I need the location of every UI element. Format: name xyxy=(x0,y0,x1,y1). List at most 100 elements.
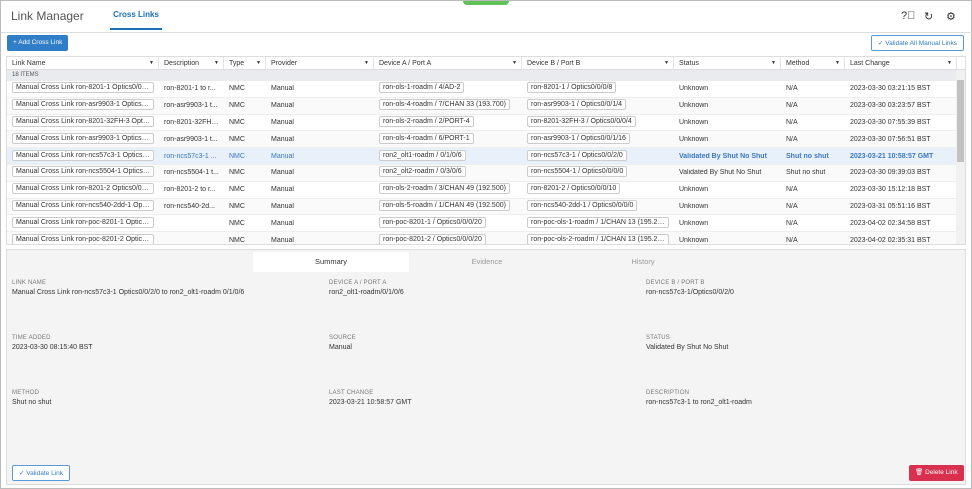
cell-provider: Manual xyxy=(266,203,374,210)
last-change-value: 2023-03-30 03:23:57 BST xyxy=(850,102,931,110)
device-b-value: ron-ncs540-2dd-1 / Optics0/0/0/0 xyxy=(527,199,638,211)
column-label: Last Change xyxy=(850,60,890,67)
column-header-status[interactable]: Status ▼ xyxy=(674,57,781,69)
method-value: N/A xyxy=(786,85,798,93)
help-icon[interactable]: ?⃝ xyxy=(901,10,915,22)
table-row[interactable]: Manual Cross Link ron-poc-8201-1 Optics0… xyxy=(7,215,965,233)
cell-status: Validated By Shut No Shut xyxy=(674,153,781,160)
column-header-provider[interactable]: Provider ▼ xyxy=(266,57,374,69)
gear-icon[interactable]: ⚙ xyxy=(946,10,956,23)
cell-last-change: 2023-03-30 03:21:15 BST xyxy=(845,85,957,92)
tab-cross-links[interactable]: Cross Links xyxy=(110,10,162,30)
cell-type: NMC xyxy=(224,119,266,126)
cell-device-b: ron-poc-ols-1-roadm / 1/CHAN 13 (195.200… xyxy=(522,216,674,230)
column-header-description[interactable]: Description ▼ xyxy=(159,57,224,69)
tab-summary[interactable]: Summary xyxy=(253,252,409,272)
cell-last-change: 2023-03-30 09:39:03 BST xyxy=(845,169,957,176)
scroll-thumb[interactable] xyxy=(957,80,964,162)
type-value: NMC xyxy=(229,169,245,177)
sort-caret-icon[interactable]: ▼ xyxy=(835,60,840,66)
cell-device-a: ron-poc-8201-1 / Optics0/0/0/20 xyxy=(374,216,522,230)
column-header-last-change[interactable]: Last Change ▼ xyxy=(845,57,957,69)
cell-method: N/A xyxy=(781,102,845,109)
description-value: ron-asr9903-1 t... xyxy=(164,135,218,143)
device-b-value: ron-8201-32FH-3 / Optics0/0/0/4 xyxy=(527,115,636,127)
cell-method: N/A xyxy=(781,186,845,193)
description-value: ron-ncs540-2d... xyxy=(164,202,215,210)
table-row[interactable]: Manual Cross Link ron-ncs57c3-1 Optics0/… xyxy=(7,148,965,165)
table-row[interactable]: Manual Cross Link ron-poc-8201-2 Optics0… xyxy=(7,232,965,244)
cell-description: ron-ncs57c3-1 ... xyxy=(159,153,224,160)
sort-caret-icon[interactable]: ▼ xyxy=(512,60,517,66)
type-value: NMC xyxy=(229,202,245,210)
column-header-link-name[interactable]: Link Name ▼ xyxy=(7,57,159,69)
table-row[interactable]: Manual Cross Link ron-ncs5504-1 Optics0/… xyxy=(7,164,965,182)
link-name-value: Manual Cross Link ron-poc-8201-2 Optics0… xyxy=(12,233,154,244)
sort-caret-icon[interactable]: ▼ xyxy=(149,60,154,66)
add-cross-link-button[interactable]: + Add Cross Link xyxy=(7,35,69,51)
cell-link-name: Manual Cross Link ron-asr9903-1 Optics0/… xyxy=(7,132,159,146)
column-header-type[interactable]: Type ▼ xyxy=(224,57,266,69)
cell-description: ron-asr9903-1 t... xyxy=(159,102,224,109)
field-value: 2023-03-30 08:15:40 BST xyxy=(12,344,93,351)
method-value: N/A xyxy=(786,219,798,227)
table-row[interactable]: Manual Cross Link ron-ncs540-2dd-1 Optic… xyxy=(7,198,965,216)
cell-status: Unknown xyxy=(674,186,781,193)
tab-evidence[interactable]: Evidence xyxy=(409,252,565,272)
detail-field: TIME ADDED 2023-03-30 08:15:40 BST xyxy=(12,335,93,351)
provider-value: Manual xyxy=(271,102,294,110)
device-b-value: ron-8201-1 / Optics0/0/0/8 xyxy=(527,82,617,94)
description-value: ron-8201-32FH-... xyxy=(164,118,220,126)
status-value: Unknown xyxy=(679,186,709,194)
device-b-value: ron-asr9903-1 / Optics0/0/1/16 xyxy=(527,132,630,144)
delete-link-button[interactable]: 🗑 Delete Link xyxy=(909,465,964,481)
table-row[interactable]: Manual Cross Link ron-8201-2 Optics0/0/0… xyxy=(7,182,965,199)
sort-caret-icon[interactable]: ▼ xyxy=(664,60,669,66)
cell-device-b: ron-8201-1 / Optics0/0/0/8 xyxy=(522,82,674,95)
status-value: Unknown xyxy=(679,118,709,126)
cell-device-b: ron-poc-ols-2-roadm / 1/CHAN 13 (195.200… xyxy=(522,233,674,244)
sort-caret-icon[interactable]: ▼ xyxy=(947,60,952,66)
detail-field: STATUS Validated By Shut No Shut xyxy=(646,335,728,351)
cell-provider: Manual xyxy=(266,186,374,193)
method-value: N/A xyxy=(786,118,798,126)
device-b-value: ron-ncs5504-1 / Optics0/0/0/0 xyxy=(527,166,628,178)
table-row[interactable]: Manual Cross Link ron-8201-32FH-3 Optics… xyxy=(7,115,965,132)
field-label: DESCRIPTION xyxy=(646,390,690,396)
cell-provider: Manual xyxy=(266,169,374,176)
validate-all-button[interactable]: ✓ Validate All Manual Links xyxy=(871,35,965,51)
cell-link-name: Manual Cross Link ron-ncs5504-1 Optics0/… xyxy=(7,166,159,179)
validate-link-button[interactable]: ✓ Validate Link xyxy=(12,465,71,481)
column-header-device-b[interactable]: Device B / Port B ▼ xyxy=(522,57,674,69)
type-value: NMC xyxy=(229,118,245,126)
column-header-method[interactable]: Method ▼ xyxy=(781,57,845,69)
field-value: ron-ncs57c3-1/Optics0/0/2/0 xyxy=(646,289,734,296)
column-header-device-a[interactable]: Device A / Port A ▼ xyxy=(374,57,522,69)
device-b-value: ron-8201-2 / Optics0/0/0/10 xyxy=(527,183,621,195)
link-name-value: Manual Cross Link ron-ncs57c3-1 Optics0/… xyxy=(12,149,154,161)
cell-device-a: ron-ols-4-roadm / 6/PORT-1 xyxy=(374,132,522,146)
cell-type: NMC xyxy=(224,220,266,227)
scrollbar[interactable] xyxy=(956,70,965,244)
cell-type: NMC xyxy=(224,237,266,244)
cell-link-name: Manual Cross Link ron-poc-8201-2 Optics0… xyxy=(7,233,159,244)
type-value: NMC xyxy=(229,135,245,143)
sort-caret-icon[interactable]: ▼ xyxy=(771,60,776,66)
tab-history[interactable]: History xyxy=(565,252,721,272)
field-label: DEVICE B / PORT B xyxy=(646,280,705,286)
sort-caret-icon[interactable]: ▼ xyxy=(256,60,261,66)
table-row[interactable]: Manual Cross Link ron-asr9903-1 Optics0/… xyxy=(7,131,965,149)
cell-method: N/A xyxy=(781,119,845,126)
type-value: NMC xyxy=(229,85,245,93)
sort-caret-icon[interactable]: ▼ xyxy=(214,60,219,66)
description-value: ron-ncs57c3-1 ... xyxy=(164,152,217,160)
device-a-value: ron-poc-8201-2 / Optics0/0/0/20 xyxy=(379,233,486,244)
sort-caret-icon[interactable]: ▼ xyxy=(364,60,369,66)
last-change-value: 2023-03-30 09:39:03 BST xyxy=(850,169,931,177)
cell-device-b: ron-8201-2 / Optics0/0/0/10 xyxy=(522,183,674,196)
table-row[interactable]: Manual Cross Link ron-8201-1 Optics0/0/0… xyxy=(7,81,965,98)
type-value: NMC xyxy=(229,236,245,244)
refresh-icon[interactable]: ↻ xyxy=(924,10,933,23)
table-row[interactable]: Manual Cross Link ron-asr9903-1 Optics0/… xyxy=(7,97,965,115)
column-label: Provider xyxy=(271,60,298,67)
